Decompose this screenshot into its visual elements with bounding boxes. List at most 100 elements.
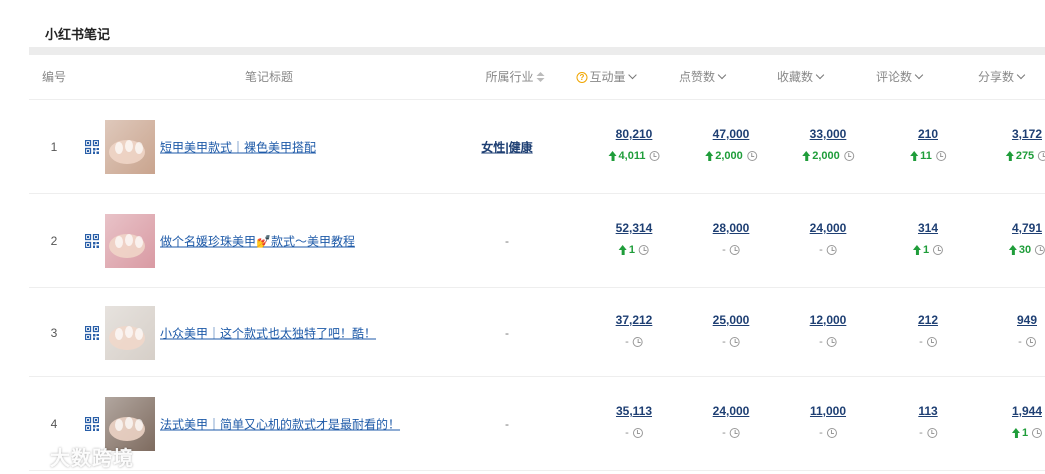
qr-code-icon[interactable] <box>85 417 99 431</box>
delta-value: - <box>919 427 923 439</box>
row-number: 4 <box>50 417 58 431</box>
note-title-link[interactable]: 法式美甲｜简单又心机的款式才是最耐看的！ <box>160 416 400 433</box>
col-header-comments[interactable]: 评论数 <box>876 56 924 100</box>
note-title-link[interactable]: 小众美甲｜这个款式也太独特了吧！酷！ <box>160 324 376 341</box>
metric-collects-value[interactable]: 24,000 <box>810 221 847 235</box>
metric-likes: 24,000 - <box>713 404 750 439</box>
metric-comments-value[interactable]: 113 <box>918 404 937 418</box>
clock-icon[interactable] <box>1025 336 1036 347</box>
clock-icon[interactable] <box>926 336 937 347</box>
help-icon[interactable]: ? <box>576 72 588 83</box>
delta-value: - <box>722 427 726 439</box>
metric-likes-value[interactable]: 25,000 <box>713 313 750 327</box>
clock-icon[interactable] <box>729 245 740 255</box>
row-number: 3 <box>50 325 58 340</box>
row-number: 1 <box>50 140 58 154</box>
metric-collects-value[interactable]: 33,000 <box>802 127 854 141</box>
note-thumbnail[interactable] <box>105 214 155 268</box>
clock-icon[interactable] <box>926 428 937 438</box>
metric-interaction-delta: 4,011 <box>608 150 660 162</box>
metric-collects-delta: - <box>819 244 837 256</box>
delta-value: 275 <box>1015 150 1035 162</box>
chevron-down-icon[interactable] <box>628 70 637 80</box>
clock-icon[interactable] <box>935 151 946 161</box>
metric-comments-delta: - <box>919 336 937 348</box>
delta-value: 1 <box>628 244 636 256</box>
qr-code-icon[interactable] <box>85 234 99 248</box>
metric-likes: 47,000 2,000 <box>705 127 757 164</box>
qr-code-icon[interactable] <box>85 325 99 340</box>
col-header-interaction[interactable]: ? 互动量 <box>576 56 637 100</box>
metric-likes-value[interactable]: 28,000 <box>713 221 750 235</box>
clock-icon[interactable] <box>632 428 643 438</box>
metric-interaction-value[interactable]: 52,314 <box>616 221 653 235</box>
up-arrow-icon <box>802 151 811 161</box>
metric-interaction-value[interactable]: 80,210 <box>609 127 660 141</box>
metric-shares-value[interactable]: 4,791 <box>1009 221 1045 235</box>
metric-likes-value[interactable]: 47,000 <box>705 127 757 141</box>
industry-empty: - <box>505 234 509 248</box>
metric-shares-value[interactable]: 3,172 <box>1006 127 1045 141</box>
chevron-down-icon[interactable] <box>815 70 825 80</box>
chevron-down-icon[interactable] <box>1016 70 1026 80</box>
qr-code-icon[interactable] <box>85 140 99 154</box>
metric-collects-value[interactable]: 11,000 <box>810 404 846 418</box>
clock-icon[interactable] <box>826 245 837 255</box>
delta-value: 2,000 <box>812 150 840 162</box>
note-thumbnail[interactable] <box>105 120 155 174</box>
clock-icon[interactable] <box>729 428 740 438</box>
metric-comments-value[interactable]: 210 <box>910 127 946 141</box>
industry-cell: - <box>505 326 509 340</box>
table-row: 3 小众美甲｜这个款式也太独特了吧！酷！ -37,212-25,000-12,00… <box>29 288 1045 377</box>
industry-empty: - <box>505 325 509 340</box>
industry-tag-link[interactable]: 健康 <box>509 141 533 155</box>
metric-interaction: 80,210 4,011 <box>608 127 660 164</box>
col-header-collects[interactable]: 收藏数 <box>777 56 825 100</box>
up-arrow-icon <box>1011 428 1020 438</box>
clock-icon[interactable] <box>843 151 854 161</box>
note-thumbnail[interactable] <box>105 305 155 360</box>
clock-icon[interactable] <box>826 428 837 438</box>
metric-collects-value[interactable]: 12,000 <box>810 313 847 327</box>
clock-icon[interactable] <box>639 245 650 255</box>
note-title-link[interactable]: 做个名媛珍珠美甲💅款式～美甲教程 <box>160 233 355 250</box>
clock-icon[interactable] <box>826 336 837 347</box>
chevron-down-icon[interactable] <box>914 70 924 80</box>
industry-tag-link[interactable]: 女性 <box>481 141 505 155</box>
delta-value: - <box>625 335 629 348</box>
metric-likes: 25,000 - <box>713 313 750 348</box>
metric-comments-value[interactable]: 212 <box>918 313 938 327</box>
metric-interaction-value[interactable]: 35,113 <box>616 404 652 418</box>
metric-comments: 212 - <box>918 313 938 348</box>
clock-icon[interactable] <box>933 245 944 255</box>
clock-icon[interactable] <box>1035 245 1045 255</box>
col-header-shares[interactable]: 分享数 <box>978 56 1026 100</box>
metric-likes-value[interactable]: 24,000 <box>713 404 750 418</box>
delta-value: 4,011 <box>618 150 646 162</box>
chevron-down-icon[interactable] <box>717 70 727 80</box>
metric-likes: 28,000 - <box>713 221 750 256</box>
metric-shares-value[interactable]: 1,944 <box>1012 404 1042 418</box>
sort-icon[interactable] <box>536 72 545 82</box>
metric-shares: 3,172 275 <box>1005 127 1045 164</box>
col-header-industry[interactable]: 所属行业 <box>485 56 545 100</box>
panel-divider <box>29 47 1045 55</box>
up-arrow-icon <box>910 151 919 161</box>
up-arrow-icon <box>705 151 714 161</box>
clock-icon[interactable] <box>729 336 740 347</box>
metric-comments: 314 1 <box>912 221 944 258</box>
table-header: 编号 笔记标题 所属行业 ? 互动量 点赞数 收藏数 评论数 分享数 <box>29 56 1045 100</box>
industry-empty: - <box>505 417 509 431</box>
delta-value: - <box>1018 335 1022 348</box>
metric-interaction-value[interactable]: 37,212 <box>616 313 653 327</box>
col-header-likes[interactable]: 点赞数 <box>679 56 727 100</box>
metric-comments-value[interactable]: 314 <box>913 221 943 235</box>
metric-shares-value[interactable]: 949 <box>1017 313 1037 327</box>
clock-icon[interactable] <box>1032 428 1043 438</box>
clock-icon[interactable] <box>649 151 660 161</box>
clock-icon[interactable] <box>1038 151 1045 161</box>
note-title-link[interactable]: 短甲美甲款式｜裸色美甲搭配 <box>160 139 316 156</box>
industry-cell: - <box>505 234 509 248</box>
clock-icon[interactable] <box>632 336 643 347</box>
clock-icon[interactable] <box>746 151 757 161</box>
